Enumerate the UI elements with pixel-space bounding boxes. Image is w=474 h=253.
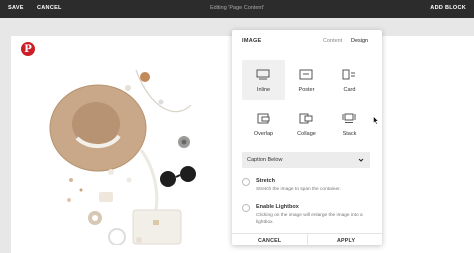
stack-layout-icon — [342, 113, 356, 123]
panel-cancel-button[interactable]: CANCEL — [258, 238, 281, 244]
panel-header: IMAGE Content Design — [232, 30, 382, 50]
lightbox-toggle[interactable] — [242, 204, 250, 212]
overlap-layout-icon — [257, 113, 270, 124]
layout-label: Card — [343, 87, 356, 93]
panel-title: IMAGE — [242, 38, 262, 44]
footer-divider — [307, 234, 308, 246]
layout-option-poster[interactable]: Poster — [285, 60, 328, 100]
inline-layout-icon — [256, 69, 270, 80]
lightbox-description: Clicking on the image will enlarge the i… — [256, 213, 363, 226]
poster-layout-icon — [299, 69, 313, 80]
add-block-button[interactable]: ADD BLOCK — [430, 5, 466, 11]
editing-title: Editing 'Page Content' — [209, 5, 265, 11]
chevron-down-icon — [358, 158, 364, 162]
layout-option-collage[interactable]: Collage — [285, 104, 328, 144]
layout-label: Inline — [256, 87, 271, 93]
pinterest-icon[interactable]: P — [21, 42, 35, 56]
card-layout-icon — [342, 69, 355, 80]
layout-label: Collage — [297, 131, 316, 137]
caption-select-value: Caption Below — [247, 157, 283, 163]
layout-option-overlap[interactable]: Overlap — [242, 104, 285, 144]
collage-layout-icon — [299, 113, 313, 124]
stretch-description: Stretch the image to span the container. — [256, 187, 341, 192]
stretch-title: Stretch — [256, 178, 275, 184]
tab-design[interactable]: Design — [351, 38, 368, 44]
layout-option-inline[interactable]: Inline — [242, 60, 285, 100]
layout-label: Stack — [342, 131, 357, 137]
caption-select[interactable]: Caption Below — [242, 152, 370, 168]
tab-content[interactable]: Content — [323, 38, 342, 44]
layout-option-stack[interactable]: Stack — [328, 104, 371, 144]
panel-footer: CANCEL APPLY — [232, 233, 382, 246]
lightbox-title: Enable Lightbox — [256, 204, 299, 210]
layout-option-card[interactable]: Card — [328, 60, 371, 100]
image-design-panel: IMAGE Content Design Inline Poster Card … — [232, 30, 382, 246]
apply-button[interactable]: APPLY — [337, 238, 355, 244]
top-toolbar: SAVE CANCEL Editing 'Page Content' ADD B… — [0, 0, 474, 18]
layout-label: Poster — [298, 87, 315, 93]
flatlay-image[interactable] — [41, 50, 216, 245]
layout-label: Overlap — [253, 131, 274, 137]
stretch-toggle[interactable] — [242, 178, 250, 186]
mouse-cursor-icon — [373, 116, 379, 125]
